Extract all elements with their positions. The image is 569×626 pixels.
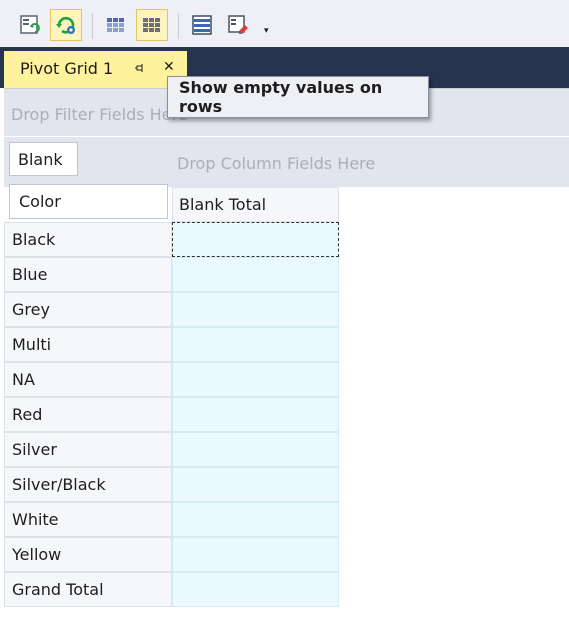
- table-row: Grey: [4, 292, 339, 327]
- show-empty-columns-icon: [107, 18, 124, 32]
- column-area-placeholder: Drop Column Fields Here: [177, 154, 376, 173]
- table-row: Multi: [4, 327, 339, 362]
- toolbar: ▾: [0, 0, 569, 47]
- data-cell[interactable]: [172, 362, 339, 397]
- data-cell[interactable]: [172, 327, 339, 362]
- data-cell[interactable]: [172, 432, 339, 467]
- column-header-blank-total[interactable]: Blank Total: [172, 187, 339, 222]
- refresh-layout-icon: [20, 15, 40, 34]
- row-header[interactable]: Yellow: [4, 537, 172, 572]
- data-cell[interactable]: [172, 537, 339, 572]
- row-header[interactable]: Multi: [4, 327, 172, 362]
- data-cell[interactable]: [172, 502, 339, 537]
- table-row: Blue: [4, 257, 339, 292]
- table-row: Silver/Black: [4, 467, 339, 502]
- tab-title: Pivot Grid 1: [20, 59, 114, 78]
- layout-icon: [192, 15, 212, 35]
- layout-button[interactable]: [186, 9, 218, 41]
- row-header[interactable]: Red: [4, 397, 172, 432]
- table-row: Silver: [4, 432, 339, 467]
- table-row: Yellow: [4, 537, 339, 572]
- header-row: Blank Total: [4, 187, 339, 222]
- table-row: Red: [4, 397, 339, 432]
- row-header[interactable]: Silver/Black: [4, 467, 172, 502]
- row-header[interactable]: Blue: [4, 257, 172, 292]
- row-header[interactable]: NA: [4, 362, 172, 397]
- pin-icon[interactable]: [134, 62, 146, 74]
- data-cell[interactable]: [172, 467, 339, 502]
- refresh-layout-button[interactable]: [14, 9, 46, 41]
- row-header[interactable]: Grey: [4, 292, 172, 327]
- close-icon[interactable]: ✕: [163, 59, 175, 75]
- tooltip: Show empty values on rows: [167, 76, 429, 118]
- show-empty-rows-icon: [143, 18, 160, 32]
- data-cell[interactable]: [172, 222, 339, 257]
- clear-format-button[interactable]: [222, 9, 254, 41]
- row-header[interactable]: Silver: [4, 432, 172, 467]
- grand-total-row: Grand Total: [4, 572, 339, 607]
- filter-area-placeholder: Drop Filter Fields Here: [11, 105, 188, 124]
- refresh-settings-icon: [56, 16, 75, 34]
- refresh-settings-button[interactable]: [50, 9, 82, 41]
- show-empty-columns-button[interactable]: [100, 9, 132, 41]
- row-header-grand-total[interactable]: Grand Total: [4, 572, 172, 607]
- show-empty-rows-button[interactable]: [136, 9, 168, 41]
- toolbar-overflow-icon[interactable]: ▾: [264, 26, 269, 36]
- data-cell[interactable]: [172, 572, 339, 607]
- clear-format-icon: [228, 15, 248, 34]
- column-drop-area[interactable]: Drop Column Fields Here: [4, 137, 569, 187]
- table-row: Black: [4, 222, 339, 257]
- data-cell[interactable]: [172, 292, 339, 327]
- table-row: White: [4, 502, 339, 537]
- pivot-grid: Blank Total Black Blue Grey Multi NA Red…: [4, 187, 339, 607]
- data-field-blank[interactable]: Blank: [9, 142, 78, 176]
- table-row: NA: [4, 362, 339, 397]
- tab-pivot-grid-1[interactable]: Pivot Grid 1 ✕: [4, 51, 187, 88]
- row-header[interactable]: White: [4, 502, 172, 537]
- data-cell[interactable]: [172, 257, 339, 292]
- row-header[interactable]: Black: [4, 222, 172, 257]
- data-cell[interactable]: [172, 397, 339, 432]
